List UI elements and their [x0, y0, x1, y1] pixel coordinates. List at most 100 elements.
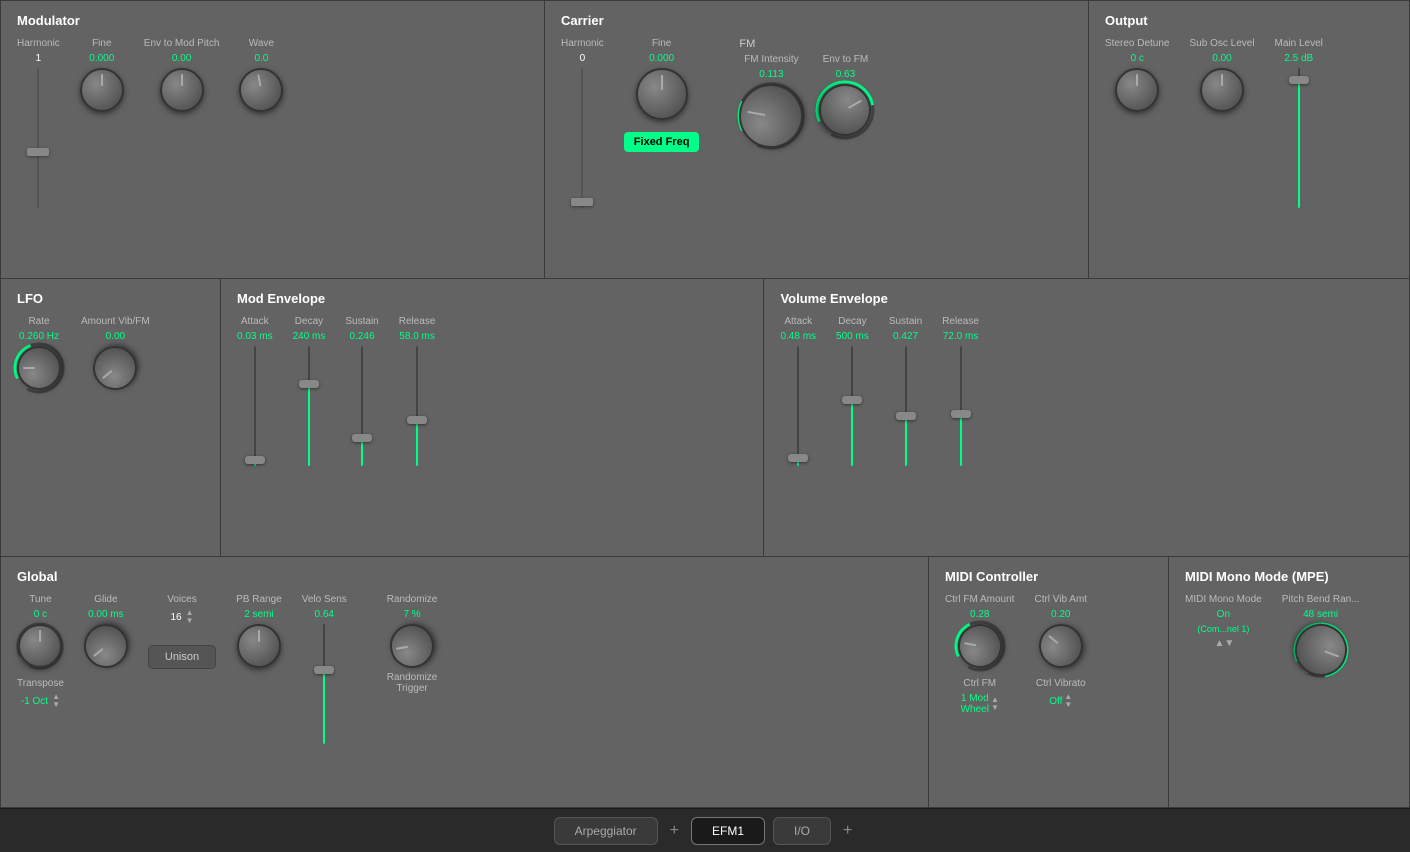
glide-knob[interactable] [75, 615, 137, 677]
vol-attack-slider[interactable] [797, 346, 799, 466]
carrier-fine-knob[interactable] [636, 68, 688, 120]
midi-mono-arrows[interactable]: ▲▼ [1214, 640, 1234, 648]
unison-button[interactable]: Unison [148, 645, 216, 669]
mod-decay-label: Decay [295, 316, 323, 327]
global-title: Global [17, 569, 912, 584]
mod-decay-slider[interactable] [308, 346, 310, 466]
env-mod-pitch-knob[interactable] [160, 68, 204, 112]
ctrl-vib-value: 0.20 [1051, 609, 1070, 620]
fine-knob[interactable] [80, 68, 124, 112]
ctrl-fm-amount-knob-wrap[interactable] [958, 624, 1002, 668]
ctrl-vibrato-value: Off [1049, 696, 1062, 707]
velo-sens-slider[interactable] [323, 624, 325, 744]
harmonic-slider[interactable] [37, 68, 39, 208]
pb-range-knob[interactable] [237, 624, 281, 668]
mod-release-slider[interactable] [416, 346, 418, 466]
env-fm-knob-wrap[interactable] [819, 84, 871, 136]
tune-knob-wrap[interactable] [18, 624, 62, 668]
carrier-harmonic-value: 0 [580, 53, 586, 64]
vol-release-track [960, 346, 962, 466]
vol-release-thumb[interactable] [951, 410, 971, 418]
fm-label: FM [739, 38, 871, 50]
ctrl-vib-label: Ctrl Vib Amt [1034, 594, 1087, 605]
row-2: LFO Rate 0.260 Hz [1, 279, 1409, 557]
tab-arpeggiator[interactable]: Arpeggiator [554, 817, 658, 845]
vol-sustain-value: 0.427 [893, 331, 918, 342]
glide-control: Glide 0.00 ms [84, 594, 128, 668]
voices-arrows[interactable]: ▲▼ [186, 609, 194, 625]
pitch-bend-knob-wrap[interactable] [1295, 624, 1347, 676]
lfo-rate-knob[interactable] [17, 346, 61, 390]
vol-decay-slider[interactable] [851, 346, 853, 466]
mod-sustain-slider[interactable] [361, 346, 363, 466]
mod-attack-value: 0.03 ms [237, 331, 273, 342]
env-mod-pitch-label: Env to Mod Pitch [144, 38, 220, 49]
main-level-thumb[interactable] [1289, 76, 1309, 84]
h-thumb[interactable] [27, 148, 49, 156]
randomize-knob[interactable] [387, 621, 438, 672]
ctrl-vibrato-arrows[interactable]: ▲▼ [1064, 693, 1072, 709]
wave-value: 0.0 [254, 53, 268, 64]
stereo-detune-knob[interactable] [1115, 68, 1159, 112]
wave-control: Wave 0.0 [239, 38, 283, 112]
add-tab-left[interactable]: + [666, 822, 683, 840]
mod-sustain-thumb[interactable] [352, 434, 372, 442]
vol-release-slider[interactable] [960, 346, 962, 466]
tab-io[interactable]: I/O [773, 817, 831, 845]
harmonic-label: Harmonic [17, 38, 60, 49]
mod-release-track [416, 346, 418, 466]
tune-knob[interactable] [18, 624, 62, 668]
env-mod-pitch-control: Env to Mod Pitch 0.00 [144, 38, 220, 112]
transpose-stepper[interactable]: ▲▼ [52, 693, 60, 709]
fm-intensity-knob[interactable] [734, 79, 808, 153]
main-level-slider[interactable] [1298, 68, 1300, 208]
vol-attack-thumb[interactable] [788, 454, 808, 462]
mod-attack-slider[interactable] [254, 346, 256, 466]
env-fm-knob[interactable] [810, 74, 881, 145]
wave-knob[interactable] [236, 65, 287, 116]
mod-release-thumb[interactable] [407, 416, 427, 424]
vol-attack-track [797, 346, 799, 466]
lfo-rate-knob-wrap[interactable] [17, 346, 61, 390]
fm-controls: FM Intensity 0.113 [739, 54, 871, 148]
pitch-bend-control: Pitch Bend Ran... 48 semi [1282, 594, 1360, 676]
sub-osc-control: Sub Osc Level 0.00 [1190, 38, 1255, 112]
vol-decay-label: Decay [838, 316, 866, 327]
vol-sustain-thumb[interactable] [896, 412, 916, 420]
pitch-bend-label: Pitch Bend Ran... [1282, 594, 1360, 605]
velo-sens-thumb[interactable] [314, 666, 334, 674]
ctrl-fm-arrows[interactable]: ▲▼ [991, 696, 999, 712]
vol-decay-thumb[interactable] [842, 396, 862, 404]
mod-release-value: 58.0 ms [399, 331, 435, 342]
mod-attack-thumb[interactable] [245, 456, 265, 464]
ctrl-fm-amount-control: Ctrl FM Amount 0.28 Ctrl FM 1 ModWheel [945, 594, 1014, 715]
ctrl-vib-knob[interactable] [1030, 615, 1092, 677]
harmonic-control: Harmonic 1 [17, 38, 60, 208]
midi-mono-mode-sub: (Com...nel 1) [1197, 624, 1249, 634]
main-level-label: Main Level [1275, 38, 1323, 49]
vol-attack-value: 0.48 ms [780, 331, 816, 342]
pitch-bend-value: 48 semi [1303, 609, 1338, 620]
midi-mono-mode-label: MIDI Mono Mode [1185, 594, 1262, 605]
panel-lfo: LFO Rate 0.260 Hz [1, 279, 221, 556]
ctrl-vibrato-label: Ctrl Vibrato [1036, 678, 1086, 689]
vol-sustain-slider[interactable] [905, 346, 907, 466]
fm-intensity-knob-wrap[interactable] [739, 84, 803, 148]
env-fm-label: Env to FM [823, 54, 869, 65]
voices-stepper-row: 16 ▲▼ [170, 609, 193, 625]
fm-intensity-value: 0.113 [759, 69, 783, 80]
add-tab-right[interactable]: + [839, 822, 856, 840]
stereo-detune-control: Stereo Detune 0 c [1105, 38, 1170, 112]
sub-osc-value: 0.00 [1212, 53, 1231, 64]
carrier-harmonic-slider[interactable] [581, 68, 583, 208]
sub-osc-knob[interactable] [1200, 68, 1244, 112]
tab-efm1[interactable]: EFM1 [691, 817, 765, 845]
env-mod-pitch-value: 0.00 [172, 53, 191, 64]
ctrl-fm-amount-knob[interactable] [954, 621, 1005, 672]
mod-decay-thumb[interactable] [299, 380, 319, 388]
carrier-h-thumb[interactable] [571, 198, 593, 206]
fixed-freq-button[interactable]: Fixed Freq [624, 132, 700, 152]
main-level-fill [1298, 82, 1300, 208]
pitch-bend-knob[interactable] [1287, 617, 1354, 684]
lfo-amount-knob[interactable] [84, 337, 146, 399]
